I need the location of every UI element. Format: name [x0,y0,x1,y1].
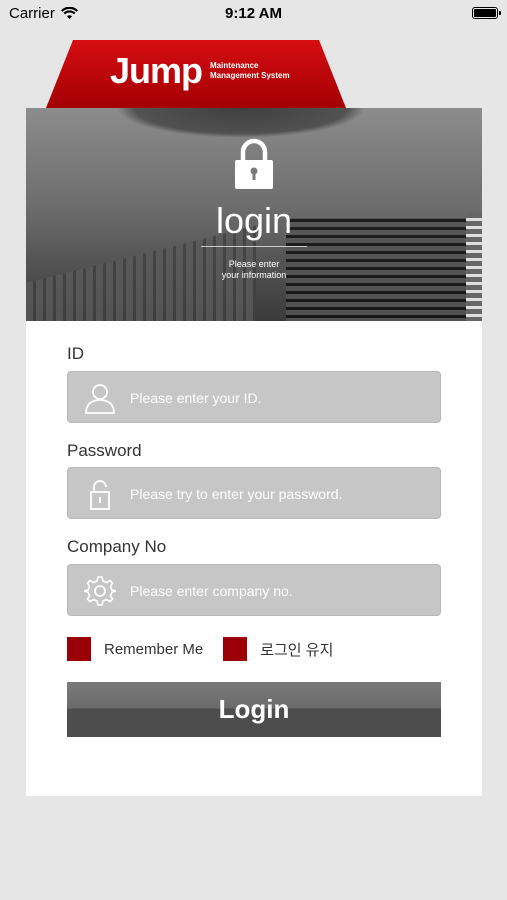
keep-login-checkbox[interactable] [223,637,248,661]
unlock-icon [90,480,110,510]
user-icon [85,384,115,414]
background-building [116,108,366,138]
clock: 9:12 AM [225,5,282,22]
remember-me-label[interactable]: Remember Me [104,641,203,658]
logo-subtitle-line2: Management System [210,71,290,80]
remember-me-checkbox[interactable] [67,637,91,661]
hero-subtitle: Please enter your information [221,259,287,280]
logo-subtitle: Maintenance Management System [210,61,290,81]
logo-subtitle-line1: Maintenance [210,61,259,70]
gear-icon [84,576,116,606]
options-row: Remember Me 로그인 유지 [67,637,353,661]
app-logo: Jump Maintenance Management System [110,53,290,89]
password-label: Password [67,441,142,460]
company-label: Company No [67,537,167,556]
password-input[interactable] [128,468,432,520]
id-label: ID [67,344,84,363]
lock-icon [235,138,273,189]
keep-login-label[interactable]: 로그인 유지 [260,639,333,660]
company-input[interactable] [128,565,432,617]
hero-title: login [215,200,293,241]
logo-text: Jump [110,50,203,91]
hero-banner: login Please enter your information [26,108,482,321]
status-bar: Carrier 9:12 AM [0,0,507,28]
hero-divider [201,246,307,247]
login-button[interactable]: Login [67,682,441,737]
id-field[interactable] [67,371,441,424]
battery-icon [472,7,501,19]
id-input[interactable] [128,372,432,424]
password-field[interactable] [67,467,441,520]
company-field[interactable] [67,564,441,617]
login-card: login Please enter your information ID P… [26,108,482,796]
